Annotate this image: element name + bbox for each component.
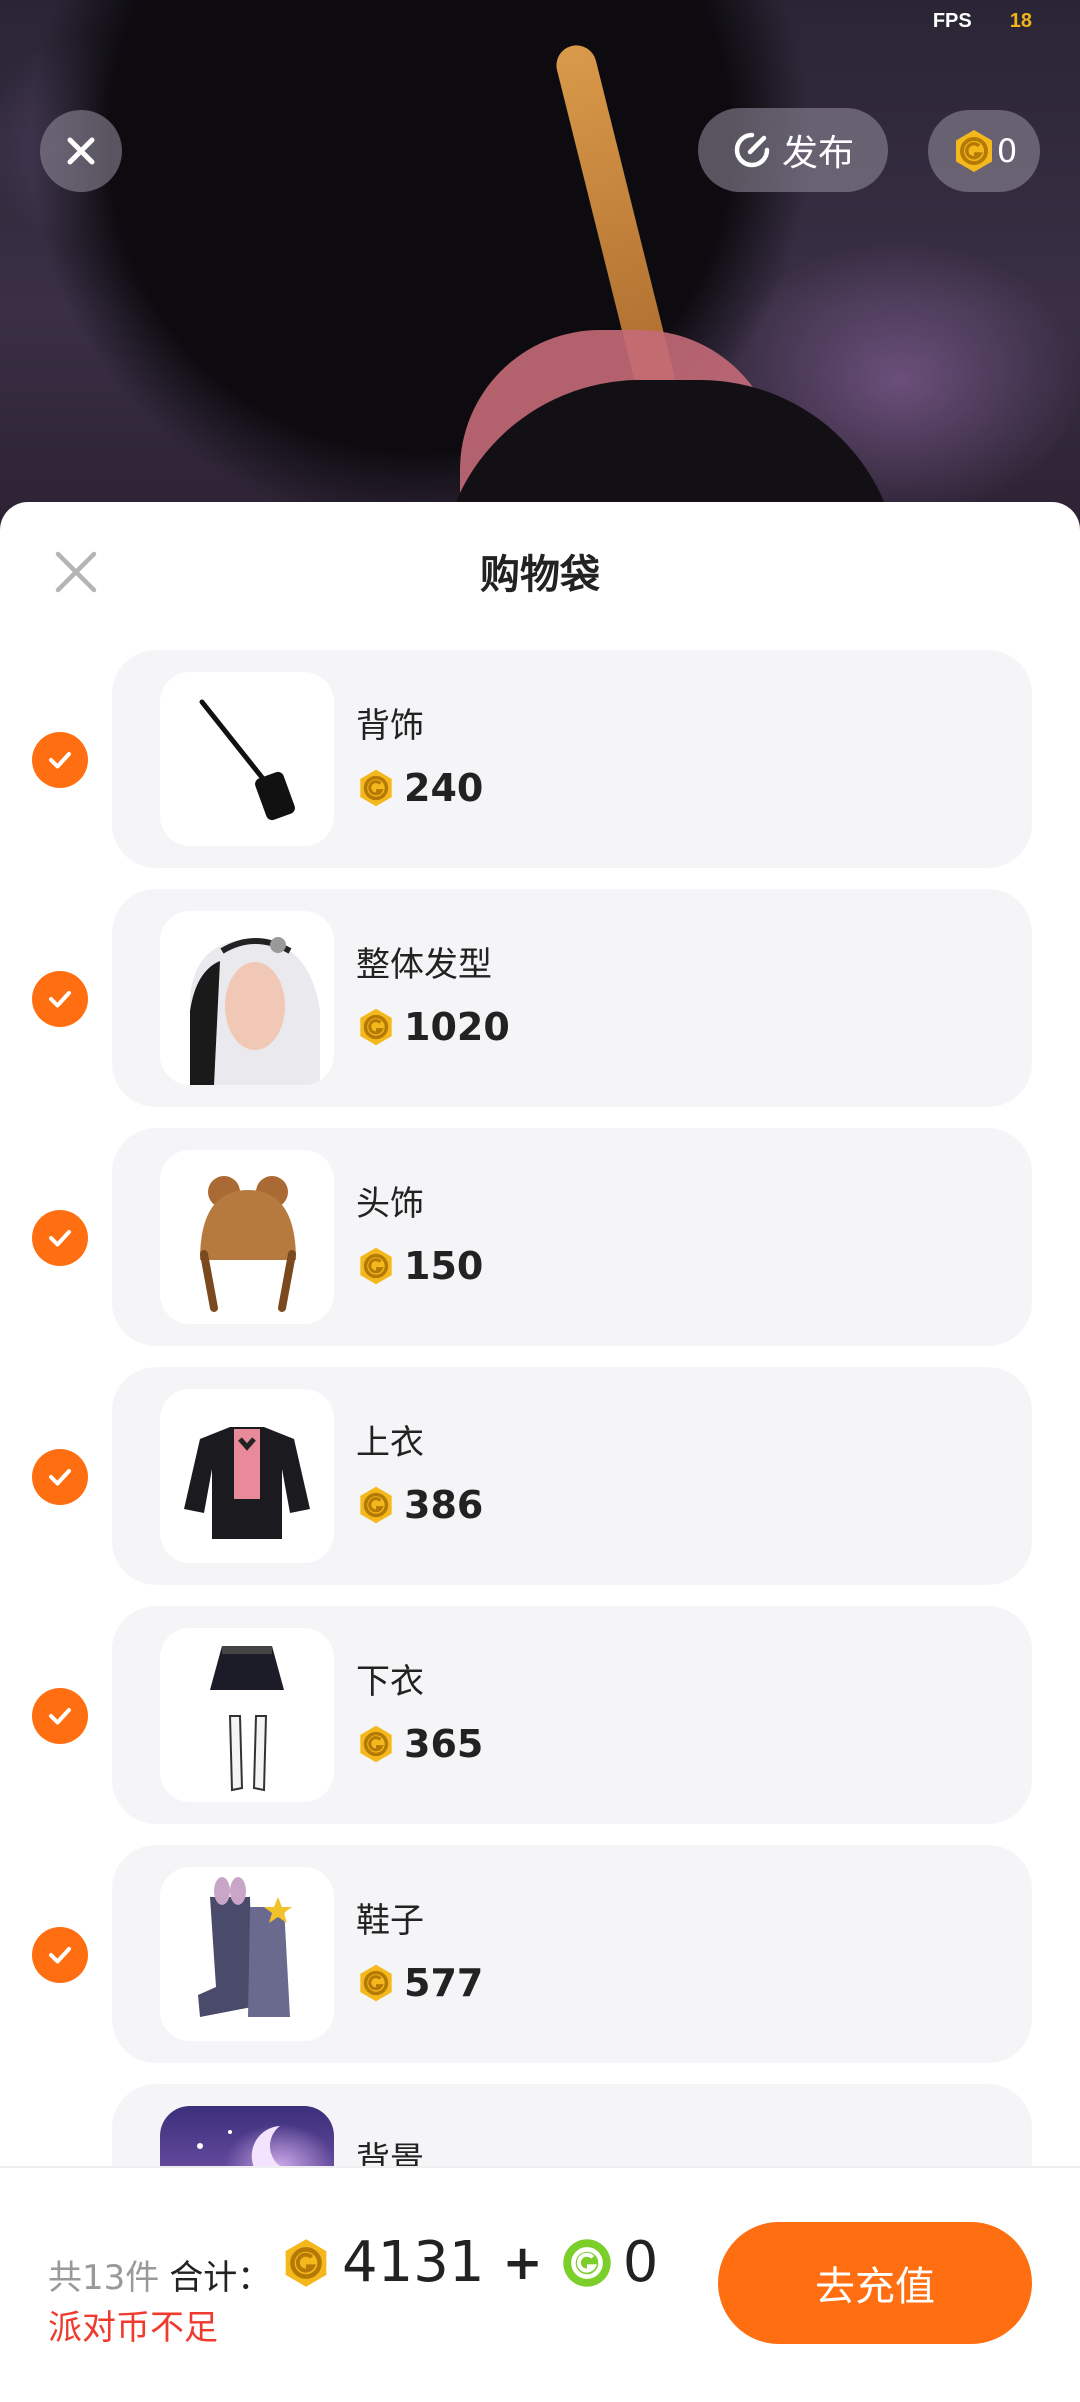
check-icon [49, 1947, 71, 1964]
item-price: 240 [356, 766, 483, 810]
hairstyle-icon [190, 937, 320, 1085]
avatar-scene [0, 0, 1080, 560]
recharge-button[interactable]: 去充值 [718, 2222, 1032, 2344]
checkout-bar: 共13件 合计： 4131 + 0 派对币不足 去充值 [0, 2166, 1080, 2402]
item-card[interactable]: 背饰 240 [112, 650, 1032, 868]
item-name: 上衣 [356, 1423, 424, 1463]
gold-coin-icon [360, 1486, 392, 1524]
item-price: 386 [356, 1483, 483, 1527]
item-price: 150 [356, 1244, 483, 1288]
item-card[interactable]: 头饰 150 [112, 1128, 1032, 1346]
green-coin-icon [562, 2238, 611, 2287]
item-count: 共13件 [48, 2258, 160, 2298]
publish-label: 发布 [781, 133, 854, 174]
gold-coin-icon [360, 1247, 392, 1285]
item-checkbox[interactable] [32, 1688, 88, 1744]
hairstyle-thumbnail [160, 911, 334, 1085]
item-checkbox[interactable] [32, 1210, 88, 1266]
item-checkbox[interactable] [32, 971, 88, 1027]
gold-coin-icon [285, 2238, 327, 2287]
total-gold-value: 4131 [342, 2230, 485, 2295]
shopping-bag-sheet: 购物袋 背饰 240 整体发型 1020 头饰 150 上衣 386 下衣 36… [0, 502, 1080, 2400]
item-price-value: 1020 [404, 1005, 510, 1049]
coin-balance-value: 0 [996, 132, 1018, 170]
item-price: 577 [356, 1961, 483, 2005]
close-icon [67, 137, 95, 165]
boots-thumbnail [160, 1867, 334, 2041]
fps-value: 18 [1009, 10, 1032, 32]
insufficient-balance-warning: 派对币不足 [48, 2308, 218, 2348]
total-green-value: 0 [622, 2230, 659, 2295]
item-price-value: 577 [404, 1961, 484, 2005]
total-block: 4131 + 0 [280, 2230, 658, 2295]
item-name: 整体发型 [356, 945, 492, 985]
cart-list[interactable]: 背饰 240 整体发型 1020 头饰 150 上衣 386 下衣 365 鞋子… [0, 650, 1080, 2323]
item-checkbox[interactable] [32, 1927, 88, 1983]
fps-label: FPS [932, 10, 972, 32]
bag-accessory-icon [199, 699, 295, 821]
jacket-thumbnail [160, 1389, 334, 1563]
cart-item[interactable]: 鞋子 577 [0, 1845, 1080, 2084]
item-price-value: 386 [404, 1483, 484, 1527]
gold-coin-icon [360, 1008, 392, 1046]
item-price: 1020 [356, 1005, 510, 1049]
boots-icon [198, 1877, 292, 2017]
hat-thumbnail [160, 1150, 334, 1324]
item-checkbox[interactable] [32, 1449, 88, 1505]
sheet-title: 购物袋 [480, 552, 600, 598]
publish-icon [734, 132, 770, 168]
item-name: 头饰 [356, 1184, 424, 1224]
cart-item[interactable]: 整体发型 1020 [0, 889, 1080, 1128]
item-name: 背饰 [356, 706, 424, 746]
item-price-value: 365 [404, 1722, 484, 1766]
item-card[interactable]: 鞋子 577 [112, 1845, 1032, 2063]
skirt-icon [210, 1646, 284, 1792]
item-card[interactable]: 下衣 365 [112, 1606, 1032, 1824]
check-icon [49, 1469, 71, 1486]
check-icon [49, 752, 71, 769]
gold-coin-icon [360, 1725, 392, 1763]
item-name: 鞋子 [356, 1901, 424, 1941]
item-name: 下衣 [356, 1662, 424, 1702]
hat-icon [200, 1176, 296, 1312]
item-price-value: 150 [404, 1244, 484, 1288]
publish-button[interactable]: 发布 [698, 108, 888, 192]
fps-counter: FPS 18 [933, 10, 1032, 33]
check-icon [49, 991, 71, 1008]
gold-coin-icon [955, 130, 992, 172]
gold-coin-icon [360, 1964, 392, 2002]
item-card[interactable]: 上衣 386 [112, 1367, 1032, 1585]
cart-item[interactable]: 背饰 240 [0, 650, 1080, 889]
cart-item[interactable]: 头饰 150 [0, 1128, 1080, 1367]
gold-coin-icon [360, 769, 392, 807]
skirt-thumbnail [160, 1628, 334, 1802]
close-scene-button[interactable] [40, 110, 122, 192]
cart-item[interactable]: 上衣 386 [0, 1367, 1080, 1606]
item-checkbox[interactable] [32, 732, 88, 788]
jacket-icon [184, 1427, 310, 1539]
item-card[interactable]: 整体发型 1020 [112, 889, 1032, 1107]
item-price-value: 240 [404, 766, 484, 810]
coin-balance-button[interactable]: 0 [928, 110, 1040, 192]
plus-sign: + [502, 2234, 543, 2291]
count-line: 共13件 合计： [48, 2250, 271, 2299]
bag-accessory-thumbnail [160, 672, 334, 846]
total-label: 合计： [169, 2258, 272, 2298]
cart-item[interactable]: 下衣 365 [0, 1606, 1080, 1845]
check-icon [49, 1230, 71, 1247]
check-icon [49, 1708, 71, 1725]
item-price: 365 [356, 1722, 483, 1766]
